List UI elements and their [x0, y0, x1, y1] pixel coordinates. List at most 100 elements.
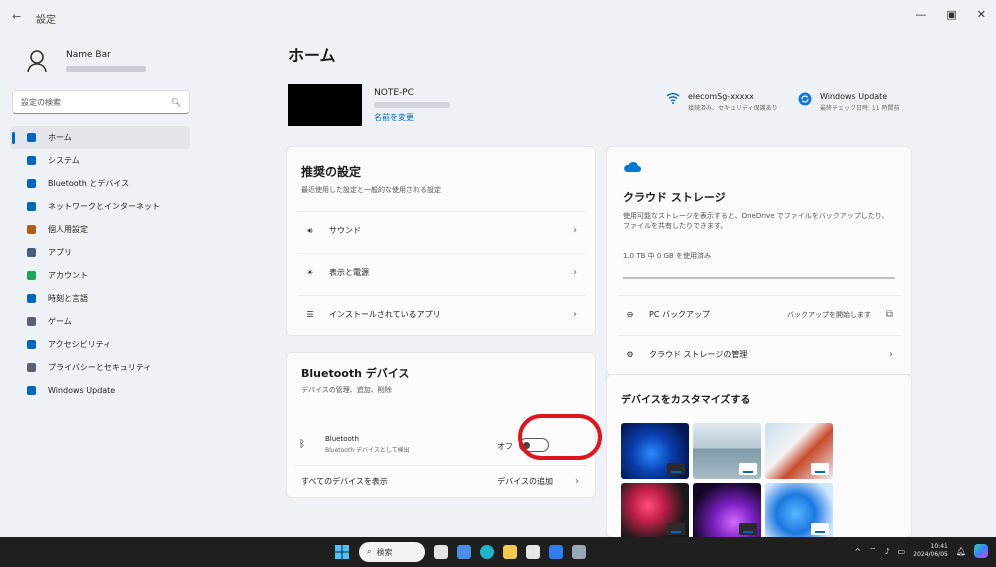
windows-update-status[interactable]: Windows Update 最終チェック日時: 11 時間前 — [798, 92, 899, 112]
theme-thumbnail[interactable] — [621, 423, 689, 479]
theme-thumbnail[interactable] — [621, 483, 689, 537]
window-controls: — ▣ ✕ — [915, 8, 986, 21]
app-title: 設定 — [36, 15, 56, 26]
sidebar-item[interactable]: Bluetooth とデバイス — [10, 172, 190, 195]
theme-thumbnail[interactable] — [693, 483, 761, 537]
bluetooth-sub: Bluetooth デバイスとして検出 — [325, 446, 410, 454]
chevron-right-icon: › — [573, 225, 577, 236]
wifi-name: elecomSg-xxxxx — [688, 92, 754, 101]
task-view-icon[interactable] — [434, 545, 448, 559]
wifi-sub: 接続済み、セキュリティ保護あり — [688, 105, 778, 112]
edge-icon[interactable] — [480, 545, 494, 559]
maximize-button[interactable]: ▣ — [946, 8, 956, 21]
bluetooth-subtitle: デバイスの管理、追加、削除 — [301, 386, 392, 394]
sidebar-item[interactable]: Windows Update — [10, 379, 190, 402]
row-label: サウンド — [329, 226, 361, 235]
user-profile[interactable]: Name Bar — [22, 46, 146, 76]
close-button[interactable]: ✕ — [977, 8, 986, 21]
main-content: ホーム NOTE-PC 名前を変更 elecomSg-xxxxx 接続済み、セキ… — [200, 34, 996, 538]
windows-update-title: Windows Update — [820, 92, 888, 101]
rename-link[interactable]: 名前を変更 — [374, 112, 414, 123]
sidebar-item-label: 個人用設定 — [48, 225, 88, 234]
device-thumbnail — [288, 84, 362, 126]
sidebar-item[interactable]: 個人用設定 — [10, 218, 190, 241]
explorer-icon[interactable] — [503, 545, 517, 559]
row-label: 表示と電源 — [329, 268, 369, 277]
pc-backup-row[interactable]: ⊖ PC バックアップ バックアップを開始します ⧉ — [617, 295, 901, 333]
sidebar-item[interactable]: アカウント — [10, 264, 190, 287]
volume-icon[interactable]: ♪ — [885, 547, 890, 556]
sidebar-item[interactable]: アプリ — [10, 241, 190, 264]
sidebar-item[interactable]: ネットワークとインターネット — [10, 195, 190, 218]
row-label: インストールされているアプリ — [329, 310, 441, 319]
battery-icon[interactable]: ▭ — [898, 547, 906, 556]
recommended-row-installed-apps[interactable]: ☰ インストールされているアプリ › — [297, 295, 585, 333]
cloud-title: クラウド ストレージ — [623, 191, 726, 204]
backup-icon: ⊖ — [626, 310, 634, 319]
accessibility-icon — [24, 340, 38, 349]
onedrive-icon — [624, 161, 641, 172]
open-external-icon: ⧉ — [885, 309, 893, 320]
cloud-description: 使用可能なストレージを表示すると、OneDrive でファイルをバックアップした… — [623, 212, 889, 230]
chevron-right-icon: › — [573, 309, 577, 320]
sidebar-item[interactable]: プライバシーとセキュリティ — [10, 356, 190, 379]
apps-icon — [24, 248, 38, 257]
privacy-icon — [24, 363, 38, 372]
sidebar-item[interactable]: アクセシビリティ — [10, 333, 190, 356]
sidebar-item-label: Windows Update — [48, 386, 116, 395]
copilot-icon[interactable] — [974, 544, 988, 558]
personalization-icon — [24, 225, 38, 234]
account-icon — [24, 271, 38, 280]
chevron-right-icon: › — [889, 349, 893, 360]
mail-icon[interactable] — [549, 545, 563, 559]
title-bar: ← 設定 — ▣ ✕ — [0, 0, 996, 34]
windows-update-icon — [798, 92, 812, 106]
gaming-icon — [24, 317, 38, 326]
sidebar-item-label: アプリ — [48, 248, 72, 257]
settings-search-input[interactable]: 設定の検索 🔍︎ — [12, 90, 190, 114]
widgets-icon[interactable] — [457, 545, 471, 559]
wifi-status[interactable]: elecomSg-xxxxx 接続済み、セキュリティ保護あり — [666, 92, 778, 112]
avatar — [22, 46, 52, 76]
sidebar-item[interactable]: 時刻と言語 — [10, 287, 190, 310]
network-icon[interactable]: ⌔ — [869, 546, 877, 556]
chevron-up-icon[interactable]: ^ — [854, 547, 861, 556]
sidebar-item-label: ゲーム — [48, 317, 72, 326]
sidebar-item-label: ネットワークとインターネット — [48, 202, 160, 211]
recommended-settings-card: 推奨の設定 最近使用した設定と一般的な使用される設定 🔊︎ サウンド › ☀ 表… — [286, 146, 596, 336]
add-device-button[interactable]: デバイスの追加 — [497, 476, 553, 487]
theme-thumbnail[interactable] — [693, 423, 761, 479]
sidebar-item[interactable]: システム — [10, 149, 190, 172]
taskbar: ⌕ 検索 ^ ⌔ ♪ ▭ 10:41 2024/06/05 🔔︎ — [0, 537, 996, 567]
user-icon — [27, 50, 47, 73]
installed-apps-icon: ☰ — [306, 310, 314, 319]
backup-action[interactable]: バックアップを開始します — [787, 310, 871, 320]
taskbar-search[interactable]: ⌕ 検索 — [359, 542, 425, 562]
taskbar-search-label: 検索 — [376, 547, 393, 557]
minimize-button[interactable]: — — [915, 8, 926, 21]
sidebar-item[interactable]: ゲーム — [10, 310, 190, 333]
recommended-row-sound[interactable]: 🔊︎ サウンド › — [297, 211, 585, 249]
sidebar-item[interactable]: ホーム — [10, 126, 190, 149]
settings-icon[interactable] — [572, 545, 586, 559]
system-icon — [24, 156, 38, 165]
windows-update-icon — [24, 386, 38, 395]
sidebar-item-label: 時刻と言語 — [48, 294, 88, 303]
device-model-redacted — [374, 102, 450, 108]
back-button[interactable]: ← — [12, 10, 21, 23]
store-icon[interactable] — [526, 545, 540, 559]
theme-thumbnail[interactable] — [765, 483, 833, 537]
manage-cloud-storage-row[interactable]: ⚙ クラウド ストレージの管理 › — [617, 335, 901, 373]
recommended-row-display[interactable]: ☀ 表示と電源 › — [297, 253, 585, 291]
theme-thumbnail[interactable] — [765, 423, 833, 479]
user-name: Name Bar — [66, 50, 111, 60]
clock[interactable]: 10:41 2024/06/05 — [913, 543, 948, 559]
sidebar-item-label: システム — [48, 156, 80, 165]
search-placeholder: 設定の検索 — [21, 97, 61, 107]
chevron-right-icon: › — [573, 267, 577, 278]
chevron-right-icon: › — [575, 476, 579, 487]
search-icon: 🔍︎ — [170, 97, 181, 107]
nav-list: ホームシステム Bluetooth とデバイスネットワークとインターネット 個人用設… — [10, 126, 190, 402]
all-devices-row[interactable]: すべてのデバイスを表示 デバイスの追加 › — [295, 465, 587, 497]
notification-icon[interactable]: 🔔︎ — [956, 547, 966, 556]
